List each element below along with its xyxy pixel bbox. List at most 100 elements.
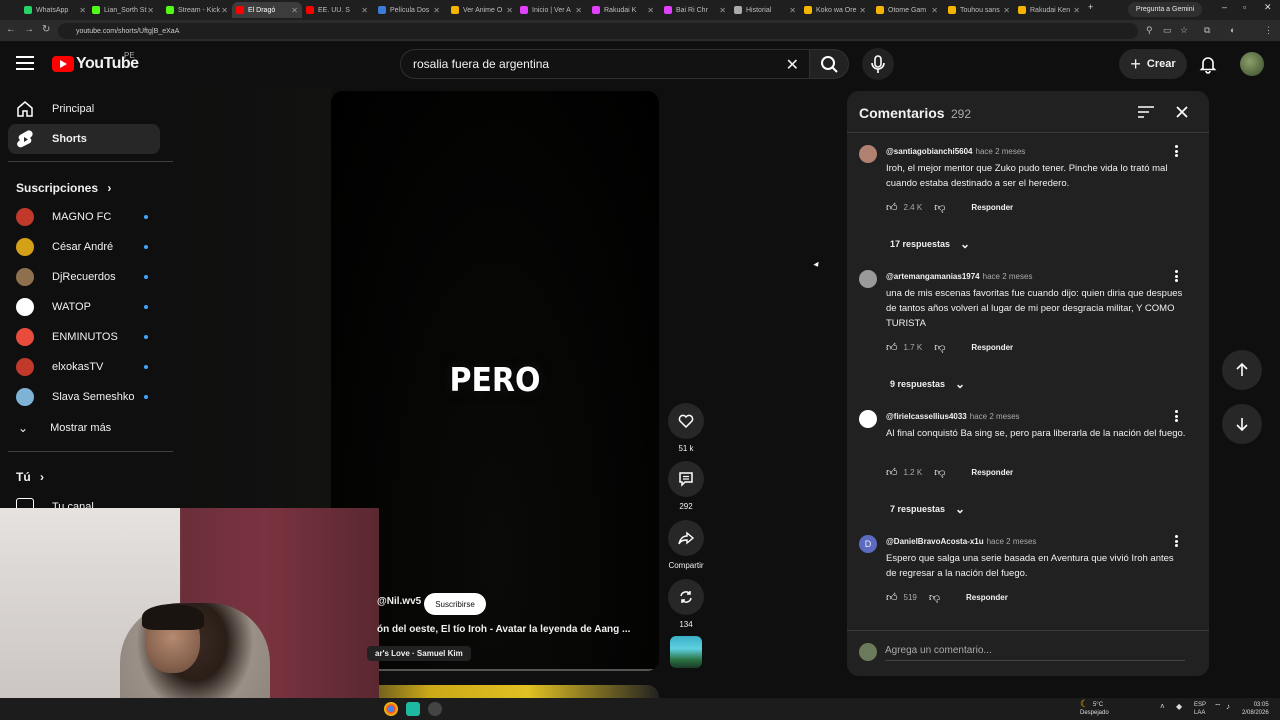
browser-tab[interactable]: WhatsApp ✕ — [20, 2, 90, 18]
reply-button[interactable]: Responder — [971, 343, 1013, 352]
comment-author[interactable]: @DanielBravoAcosta-x1u hace 2 meses — [886, 537, 1036, 546]
subscription-item[interactable]: elxokasTV — [8, 352, 160, 382]
like-button[interactable] — [668, 403, 704, 439]
tab-close-icon[interactable]: ✕ — [1073, 6, 1080, 15]
subscription-item[interactable]: ENMINUTOS — [8, 322, 160, 352]
comment-avatar[interactable] — [859, 145, 877, 163]
share-action[interactable]: Compartir — [668, 520, 704, 570]
volume-icon[interactable]: ♪ — [1226, 702, 1230, 711]
comment-author[interactable]: @santiagobianchi5604 hace 2 meses — [886, 147, 1025, 156]
browser-tab[interactable]: Touhou sans ✕ — [944, 2, 1014, 18]
next-short-preview[interactable] — [331, 685, 659, 698]
youtube-logo[interactable]: YouTube PE — [52, 51, 139, 73]
language-indicator[interactable]: ESP LAA — [1194, 701, 1206, 717]
subscription-item[interactable]: MAGNO FC — [8, 202, 160, 232]
browser-tab[interactable]: Historial ✕ — [730, 2, 800, 18]
short-video-player[interactable]: PERO — [331, 91, 659, 671]
next-short-button[interactable] — [1222, 404, 1262, 444]
bookmark-star-icon[interactable]: ☆ — [1180, 25, 1190, 35]
app-icon[interactable] — [406, 702, 420, 716]
video-progress-bar[interactable] — [331, 669, 659, 671]
reply-button[interactable]: Responder — [971, 203, 1013, 212]
tab-close-icon[interactable]: ✕ — [147, 6, 154, 15]
tab-close-icon[interactable]: ✕ — [221, 6, 228, 15]
comment-author[interactable]: @firielcassellius4033 hace 2 meses — [886, 412, 1020, 421]
thumbs-up-icon[interactable]: 👍︎ — [886, 341, 898, 354]
comments-button[interactable] — [668, 461, 704, 497]
thumbs-up-icon[interactable]: 👍︎ — [886, 201, 898, 214]
comment-author[interactable]: @artemangamanias1974 hace 2 meses — [886, 272, 1032, 281]
browser-tab[interactable]: Lian_Sorth St ✕ — [88, 2, 158, 18]
subscription-item[interactable]: WATOP — [8, 292, 160, 322]
tab-close-icon[interactable]: ✕ — [79, 6, 86, 15]
menu-dots-icon[interactable]: ⋮ — [1264, 25, 1274, 35]
comment-avatar[interactable]: D — [859, 535, 877, 553]
you-heading[interactable]: Tú › — [16, 470, 44, 484]
zoom-icon[interactable]: ⚲ — [1146, 25, 1156, 35]
thumbs-down-icon[interactable]: 👎︎ — [934, 341, 945, 354]
browser-tab[interactable]: Rakudai K ✕ — [588, 2, 658, 18]
browser-tab[interactable]: EE. UU. S ✕ — [302, 2, 372, 18]
subscribe-button[interactable]: Suscribirse — [424, 593, 486, 615]
thumbs-down-icon[interactable]: 👎︎ — [929, 591, 940, 604]
view-replies-button[interactable]: 17 respuestas ⌄ — [890, 237, 970, 251]
sidebar-item-shorts[interactable]: Shorts — [8, 124, 160, 154]
reload-icon[interactable]: ↻ — [42, 24, 50, 35]
remix-action[interactable]: 134 — [668, 579, 704, 629]
tab-close-icon[interactable]: ✕ — [361, 6, 368, 15]
extensions-icon[interactable]: ⧉ — [1204, 25, 1214, 35]
view-replies-button[interactable]: 9 respuestas ⌄ — [890, 377, 965, 391]
sort-icon[interactable] — [1137, 105, 1155, 119]
subscription-item[interactable]: Slava Semeshko — [8, 382, 160, 412]
mic-tray-icon[interactable]: ◆ — [1176, 702, 1182, 711]
clear-search-icon[interactable]: ✕ — [786, 55, 799, 75]
like-action[interactable]: 51 k — [668, 403, 704, 453]
gemini-button[interactable]: Pregunta a Gemini — [1128, 2, 1202, 17]
browser-tab[interactable]: Película Dos ✕ — [374, 2, 444, 18]
tab-close-icon[interactable]: ✕ — [506, 6, 513, 15]
tab-close-icon[interactable]: ✕ — [931, 6, 938, 15]
show-more-button[interactable]: ⌄ Mostrar más — [8, 413, 160, 443]
browser-tab[interactable]: Rakudai Ken ✕ — [1014, 2, 1084, 18]
thumbs-down-icon[interactable]: 👎︎ — [934, 466, 945, 479]
share-button[interactable] — [668, 520, 704, 556]
tray-chevron-icon[interactable]: ˄ — [1160, 702, 1165, 711]
wifi-icon[interactable]: ⌔ — [1214, 702, 1222, 712]
thumbs-down-icon[interactable]: 👎︎ — [934, 201, 945, 214]
more-options-icon[interactable] — [1175, 270, 1179, 282]
account-avatar[interactable] — [1240, 52, 1264, 76]
more-options-icon[interactable] — [1175, 145, 1179, 157]
more-options-icon[interactable] — [1175, 410, 1179, 422]
menu-hamburger-icon[interactable] — [16, 56, 34, 70]
search-button[interactable] — [809, 49, 849, 79]
sidebar-item-principal[interactable]: Principal — [8, 94, 160, 124]
reply-button[interactable]: Responder — [971, 468, 1013, 477]
thumbs-up-icon[interactable]: 👍︎ — [886, 466, 898, 479]
url-field[interactable]: youtube.com/shorts/Uftg|B_eXaA — [58, 23, 1138, 39]
tab-close-icon[interactable]: ✕ — [433, 6, 440, 15]
obs-icon[interactable] — [428, 702, 442, 716]
more-options-icon[interactable] — [1175, 535, 1179, 547]
browser-tab[interactable]: Koko wa Ore ✕ — [800, 2, 870, 18]
browser-tab[interactable]: Otome Gam ✕ — [872, 2, 942, 18]
previous-short-button[interactable] — [1222, 350, 1262, 390]
reply-button[interactable]: Responder — [966, 593, 1008, 602]
browser-tab[interactable]: Ver Anime O ✕ — [447, 2, 517, 18]
thumbs-up-icon[interactable]: 👍︎ — [886, 591, 898, 604]
remix-button[interactable] — [668, 579, 704, 615]
cast-icon[interactable]: ▭ — [1163, 25, 1173, 35]
tab-close-icon[interactable]: ✕ — [789, 6, 796, 15]
search-input[interactable]: rosalia fuera de argentina ✕ — [400, 49, 810, 79]
forward-icon[interactable]: → — [24, 24, 34, 35]
tab-close-icon[interactable]: ✕ — [1003, 6, 1010, 15]
sound-thumbnail[interactable] — [670, 636, 702, 668]
browser-tab[interactable]: Bai Ri Chr ✕ — [660, 2, 730, 18]
close-window-icon[interactable]: ✕ — [1264, 2, 1272, 13]
view-replies-button[interactable]: 7 respuestas ⌄ — [890, 502, 965, 516]
clock[interactable]: 03:05 2/08/2026 — [1242, 701, 1269, 717]
comment-avatar[interactable] — [859, 270, 877, 288]
tab-close-icon[interactable]: ✕ — [647, 6, 654, 15]
close-icon[interactable] — [1175, 105, 1189, 119]
profile-icon[interactable]: ◐ — [1230, 25, 1240, 35]
chrome-icon[interactable] — [384, 702, 398, 716]
